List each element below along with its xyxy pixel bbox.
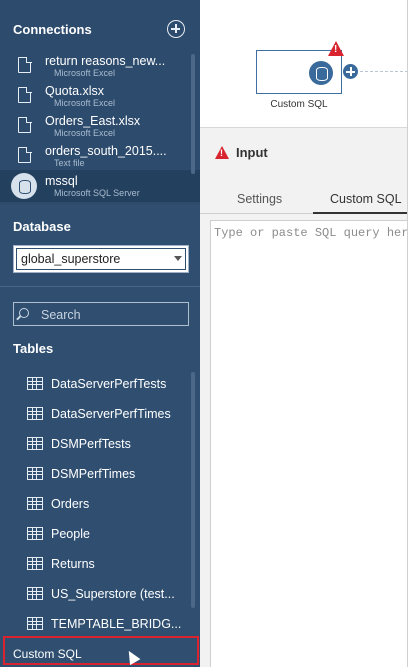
table-icon bbox=[27, 527, 43, 540]
table-item[interactable]: DSMPerfTests bbox=[0, 429, 200, 459]
table-icon bbox=[27, 587, 43, 600]
file-icon bbox=[18, 56, 32, 73]
input-tabs: Settings Custom SQL bbox=[200, 186, 408, 214]
file-icon bbox=[18, 116, 32, 133]
table-item[interactable]: People bbox=[0, 519, 200, 549]
table-name: TEMPTABLE_BRIDG... bbox=[51, 617, 182, 631]
connections-header: Connections bbox=[13, 22, 92, 37]
connection-item[interactable]: orders_south_2015.... Text file bbox=[0, 140, 200, 170]
table-icon bbox=[27, 377, 43, 390]
node-label: Custom SQL bbox=[270, 99, 328, 110]
table-item[interactable]: TEMPTABLE_BRIDG... bbox=[0, 609, 200, 639]
connection-type: Microsoft Excel bbox=[54, 98, 116, 108]
table-item[interactable]: US_Superstore (test... bbox=[0, 579, 200, 609]
warning-icon bbox=[328, 41, 344, 56]
connections-list: return reasons_new... Microsoft Excel Qu… bbox=[0, 50, 200, 202]
database-select[interactable]: global_superstore bbox=[13, 245, 189, 273]
table-name: US_Superstore (test... bbox=[51, 587, 175, 601]
connection-name: return reasons_new... bbox=[45, 54, 166, 68]
warning-icon bbox=[215, 146, 229, 159]
table-item[interactable]: Returns bbox=[0, 549, 200, 579]
input-pane: Input Settings Custom SQL bbox=[200, 127, 408, 667]
file-icon bbox=[18, 146, 32, 163]
connection-item-selected[interactable]: mssql Microsoft SQL Server bbox=[0, 170, 200, 202]
table-name: Orders bbox=[51, 497, 90, 511]
table-name: DSMPerfTests bbox=[51, 437, 131, 451]
table-icon bbox=[27, 437, 43, 450]
search-input[interactable] bbox=[41, 307, 181, 323]
database-icon bbox=[309, 61, 333, 85]
tables-list: DataServerPerfTests DataServerPerfTimes … bbox=[0, 369, 200, 639]
flow-canvas[interactable]: Custom SQL bbox=[200, 0, 408, 127]
connections-scrollbar[interactable] bbox=[191, 54, 195, 174]
table-item[interactable]: Orders bbox=[0, 489, 200, 519]
connection-name: Quota.xlsx bbox=[45, 84, 105, 98]
connection-type: Text file bbox=[54, 158, 85, 168]
database-label: Database bbox=[13, 219, 71, 234]
connection-item[interactable]: return reasons_new... Microsoft Excel bbox=[0, 50, 200, 80]
input-title: Input bbox=[236, 145, 268, 160]
add-step-icon[interactable] bbox=[343, 64, 358, 79]
connection-name: mssql bbox=[45, 174, 78, 188]
table-icon bbox=[27, 497, 43, 510]
table-name: DSMPerfTimes bbox=[51, 467, 136, 481]
custom-sql-item[interactable]: Custom SQL bbox=[3, 636, 199, 665]
connection-item[interactable]: Orders_East.xlsx Microsoft Excel bbox=[0, 110, 200, 140]
tab-settings[interactable]: Settings bbox=[237, 192, 282, 206]
table-icon bbox=[27, 557, 43, 570]
search-icon bbox=[19, 308, 29, 318]
table-name: Returns bbox=[51, 557, 95, 571]
tab-custom-sql[interactable]: Custom SQL bbox=[313, 186, 408, 214]
table-icon bbox=[27, 617, 43, 630]
custom-sql-node[interactable] bbox=[256, 50, 342, 94]
table-name: DataServerPerfTests bbox=[51, 377, 167, 391]
database-icon bbox=[11, 173, 37, 199]
table-item[interactable]: DataServerPerfTests bbox=[0, 369, 200, 399]
custom-sql-label: Custom SQL bbox=[13, 647, 82, 661]
tables-label: Tables bbox=[13, 341, 54, 356]
connection-item[interactable]: Quota.xlsx Microsoft Excel bbox=[0, 80, 200, 110]
left-sidebar: Connections return reasons_new... Micros… bbox=[0, 0, 200, 667]
connection-name: orders_south_2015.... bbox=[45, 144, 167, 158]
tables-scrollbar[interactable] bbox=[191, 372, 195, 608]
flow-connector bbox=[360, 71, 408, 72]
sidebar-divider bbox=[0, 286, 200, 287]
table-item[interactable]: DSMPerfTimes bbox=[0, 459, 200, 489]
connections-panel: Connections return reasons_new... Micros… bbox=[0, 0, 200, 204]
add-connection-icon[interactable] bbox=[167, 20, 185, 38]
connection-type: Microsoft Excel bbox=[54, 128, 116, 138]
table-name: DataServerPerfTimes bbox=[51, 407, 171, 421]
connection-type: Microsoft SQL Server bbox=[54, 188, 140, 198]
table-search[interactable] bbox=[13, 302, 189, 326]
file-icon bbox=[18, 86, 32, 103]
connection-name: Orders_East.xlsx bbox=[45, 114, 141, 128]
table-item[interactable]: DataServerPerfTimes bbox=[0, 399, 200, 429]
connection-type: Microsoft Excel bbox=[54, 68, 116, 78]
table-icon bbox=[27, 467, 43, 480]
chevron-down-icon bbox=[174, 256, 182, 261]
table-icon bbox=[27, 407, 43, 420]
table-name: People bbox=[51, 527, 90, 541]
database-select-value: global_superstore bbox=[21, 252, 121, 266]
sql-query-editor[interactable] bbox=[210, 220, 408, 667]
